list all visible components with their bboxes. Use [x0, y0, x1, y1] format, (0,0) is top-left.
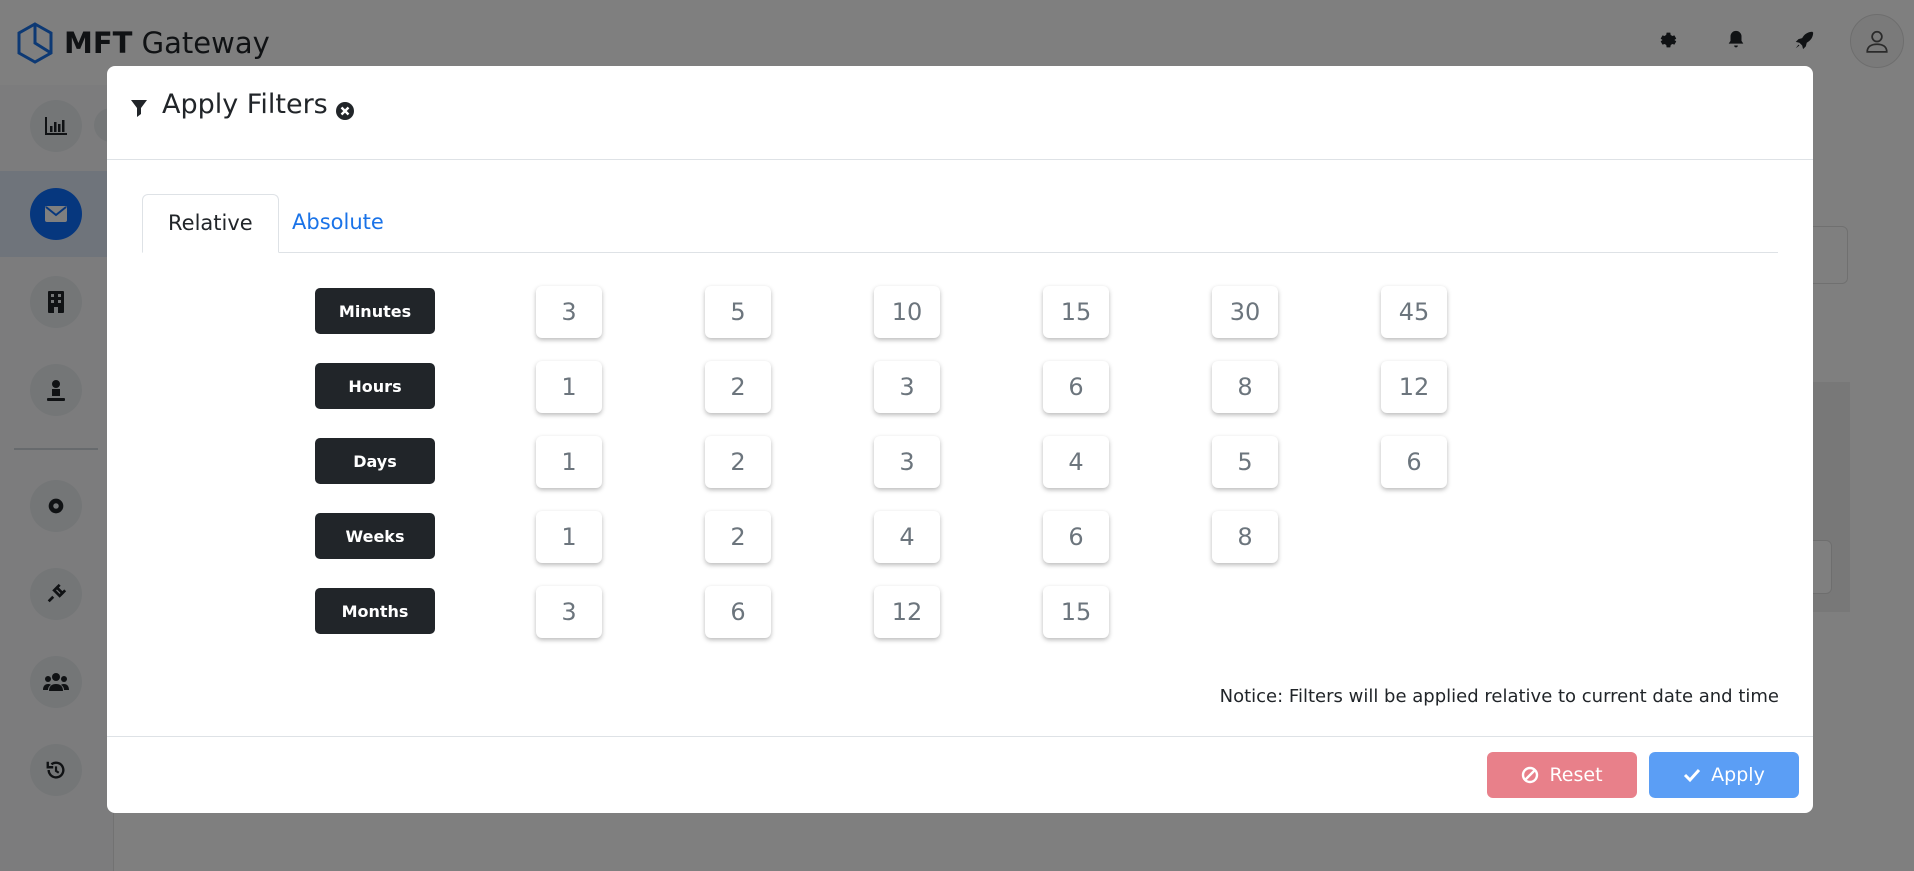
- option-hours-8[interactable]: 8: [1212, 361, 1278, 413]
- option-months-6[interactable]: 6: [705, 586, 771, 638]
- option-minutes-45[interactable]: 45: [1381, 286, 1447, 338]
- option-hours-6[interactable]: 6: [1043, 361, 1109, 413]
- option-minutes-10[interactable]: 10: [874, 286, 940, 338]
- option-weeks-6[interactable]: 6: [1043, 511, 1109, 563]
- option-days-3[interactable]: 3: [874, 436, 940, 488]
- option-hours-3[interactable]: 3: [874, 361, 940, 413]
- option-weeks-8[interactable]: 8: [1212, 511, 1278, 563]
- unit-label-days: Days: [315, 438, 435, 484]
- unit-label-minutes: Minutes: [315, 288, 435, 334]
- option-days-6[interactable]: 6: [1381, 436, 1447, 488]
- apply-label: Apply: [1711, 764, 1765, 786]
- unit-label-hours: Hours: [315, 363, 435, 409]
- check-icon: [1684, 768, 1701, 783]
- option-minutes-5[interactable]: 5: [705, 286, 771, 338]
- filter-notice: Notice: Filters will be applied relative…: [1219, 686, 1779, 707]
- filter-icon: [131, 100, 147, 117]
- option-hours-1[interactable]: 1: [536, 361, 602, 413]
- option-months-15[interactable]: 15: [1043, 586, 1109, 638]
- option-days-1[interactable]: 1: [536, 436, 602, 488]
- modal-title: Apply Filters: [162, 89, 328, 120]
- apply-filters-modal: Apply Filters Relative Absolute Minutes 3…: [107, 66, 1813, 813]
- option-weeks-4[interactable]: 4: [874, 511, 940, 563]
- option-days-5[interactable]: 5: [1212, 436, 1278, 488]
- tab-relative[interactable]: Relative: [142, 194, 279, 253]
- option-months-12[interactable]: 12: [874, 586, 940, 638]
- option-minutes-15[interactable]: 15: [1043, 286, 1109, 338]
- reset-label: Reset: [1549, 764, 1603, 786]
- apply-button[interactable]: Apply: [1649, 752, 1799, 798]
- option-minutes-30[interactable]: 30: [1212, 286, 1278, 338]
- unit-label-months: Months: [315, 588, 435, 634]
- option-days-2[interactable]: 2: [705, 436, 771, 488]
- option-months-3[interactable]: 3: [536, 586, 602, 638]
- close-circle-icon[interactable]: [335, 101, 355, 121]
- filter-tabs: Relative Absolute: [142, 194, 1778, 253]
- option-hours-12[interactable]: 12: [1381, 361, 1447, 413]
- option-days-4[interactable]: 4: [1043, 436, 1109, 488]
- unit-label-weeks: Weeks: [315, 513, 435, 559]
- option-hours-2[interactable]: 2: [705, 361, 771, 413]
- reset-button[interactable]: Reset: [1487, 752, 1637, 798]
- option-minutes-3[interactable]: 3: [536, 286, 602, 338]
- modal-footer: Reset Apply: [107, 736, 1813, 813]
- option-weeks-1[interactable]: 1: [536, 511, 602, 563]
- modal-header: Apply Filters: [107, 66, 1813, 160]
- option-weeks-2[interactable]: 2: [705, 511, 771, 563]
- tab-absolute[interactable]: Absolute: [267, 194, 409, 250]
- ban-icon: [1522, 766, 1539, 784]
